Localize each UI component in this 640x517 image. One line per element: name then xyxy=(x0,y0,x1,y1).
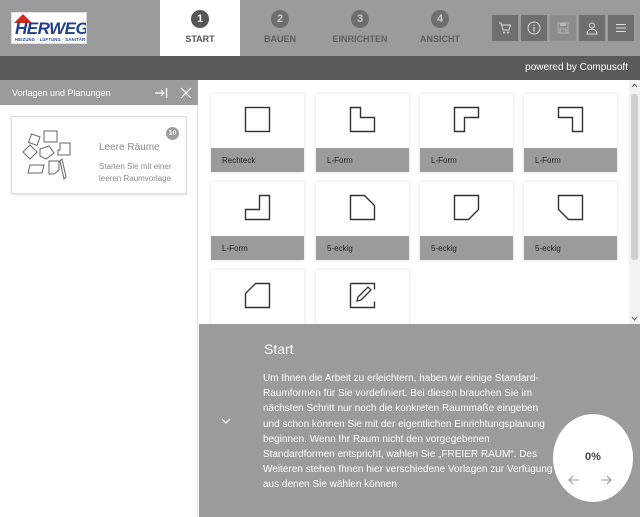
shape-label: Rechteck xyxy=(222,156,256,165)
shape-card-l-form-3[interactable]: L-Form xyxy=(524,94,617,172)
shape-label-bar: L-Form xyxy=(211,236,304,260)
step-bauen[interactable]: 2 BAUEN xyxy=(240,0,320,56)
shape-card-freier-raum[interactable] xyxy=(316,270,409,324)
template-card-empty-rooms[interactable]: Leere Räume Starten Sie mit einer leeren… xyxy=(11,116,187,194)
shape-label-bar: L-Form xyxy=(524,148,617,172)
shape-label: L-Form xyxy=(222,244,248,253)
template-title: Leere Räume xyxy=(99,142,160,153)
pentagon-shape-icon xyxy=(244,282,271,309)
room-shapes-illustration-icon xyxy=(22,130,71,180)
powered-by-text: powered by Compusoft xyxy=(525,62,628,73)
brand-name: HERWEG xyxy=(15,19,87,38)
step-nav: 1 START 2 BAUEN 3 EINRICHTEN 4 ANSICHT xyxy=(160,0,480,56)
shape-label: 5-eckig xyxy=(535,244,561,253)
progress-value: 0% xyxy=(585,451,601,463)
shape-card-5-eckig-1[interactable]: 5-eckig xyxy=(316,182,409,260)
info-icon[interactable] xyxy=(521,15,547,41)
step-label: EINRICHTEN xyxy=(332,34,388,44)
arrow-left-icon[interactable] xyxy=(568,475,580,485)
grid-scrollbar[interactable] xyxy=(629,80,640,324)
step-number: 3 xyxy=(351,10,369,28)
menu-icon[interactable] xyxy=(608,15,634,41)
templates-panel: Vorlagen und Planungen Leere Räume Start… xyxy=(0,80,198,517)
free-room-edit-icon xyxy=(349,282,376,309)
pentagon-shape-icon xyxy=(557,194,584,221)
user-icon[interactable] xyxy=(579,15,605,41)
step-label: BAUEN xyxy=(263,34,296,44)
scroll-thumb[interactable] xyxy=(631,94,638,260)
scroll-down-arrow-icon[interactable] xyxy=(631,315,638,322)
header-toolbar xyxy=(492,15,634,41)
shape-label-bar: Rechteck xyxy=(211,148,304,172)
app-header: HERWEG HEIZUNG · LÜFTUNG · SANITÄR 1 STA… xyxy=(0,0,640,56)
room-shape-grid: Rechteck L-Form L-Form L-Form L-Form 5-e… xyxy=(199,80,640,324)
shape-card-l-form-2[interactable]: L-Form xyxy=(420,94,513,172)
brand-logo[interactable]: HERWEG HEIZUNG · LÜFTUNG · SANITÄR xyxy=(11,12,87,44)
chevron-down-icon[interactable] xyxy=(221,417,231,425)
progress-widget: 0% xyxy=(553,414,633,502)
shape-label-bar: 5-eckig xyxy=(524,236,617,260)
templates-panel-title: Vorlagen und Planungen xyxy=(12,88,111,98)
powered-bar: powered by Compusoft xyxy=(0,56,640,80)
shape-card-5-eckig-4[interactable] xyxy=(211,270,304,324)
step-number: 2 xyxy=(271,10,289,28)
templates-panel-header: Vorlagen und Planungen xyxy=(0,80,198,105)
shape-label-bar: 5-eckig xyxy=(316,236,409,260)
l-shape-icon xyxy=(453,106,480,133)
pentagon-shape-icon xyxy=(453,194,480,221)
step-label: ANSICHT xyxy=(420,34,460,44)
collapse-panel-icon[interactable] xyxy=(153,85,169,101)
shape-label-bar: 5-eckig xyxy=(420,236,513,260)
arrow-right-icon[interactable] xyxy=(600,475,612,485)
pentagon-shape-icon xyxy=(349,194,376,221)
rectangle-shape-icon xyxy=(244,106,271,133)
shape-label: 5-eckig xyxy=(431,244,457,253)
shape-label: L-Form xyxy=(431,156,457,165)
help-text: Um Ihnen die Arbeit zu erleichtern, habe… xyxy=(263,373,553,491)
close-icon[interactable] xyxy=(178,85,194,101)
cart-icon[interactable] xyxy=(492,15,518,41)
shape-label: L-Form xyxy=(535,156,561,165)
step-einrichten[interactable]: 3 EINRICHTEN xyxy=(320,0,400,56)
shape-label: L-Form xyxy=(327,156,353,165)
shape-label-bar: L-Form xyxy=(316,148,409,172)
l-shape-icon xyxy=(349,106,376,133)
shape-card-l-form-4[interactable]: L-Form xyxy=(211,182,304,260)
step-number: 1 xyxy=(191,10,209,28)
step-number: 4 xyxy=(431,10,449,28)
shape-label-bar: L-Form xyxy=(420,148,513,172)
template-description: Starten Sie mit einer leeren Raumvorlage xyxy=(99,162,172,183)
help-title: Start xyxy=(264,341,294,357)
shape-card-5-eckig-3[interactable]: 5-eckig xyxy=(524,182,617,260)
shape-card-l-form-1[interactable]: L-Form xyxy=(316,94,409,172)
template-count-badge: 10 xyxy=(166,127,179,140)
shape-label: 5-eckig xyxy=(327,244,353,253)
brand-tagline: HEIZUNG · LÜFTUNG · SANITÄR xyxy=(15,37,86,42)
shape-card-rechteck[interactable]: Rechteck xyxy=(211,94,304,172)
l-shape-icon xyxy=(557,106,584,133)
shape-card-5-eckig-2[interactable]: 5-eckig xyxy=(420,182,513,260)
save-icon[interactable] xyxy=(550,15,576,41)
step-ansicht[interactable]: 4 ANSICHT xyxy=(400,0,480,56)
step-start[interactable]: 1 START xyxy=(160,0,240,56)
scroll-up-arrow-icon[interactable] xyxy=(631,82,638,89)
step-label: START xyxy=(185,34,215,44)
l-shape-icon xyxy=(244,194,271,221)
